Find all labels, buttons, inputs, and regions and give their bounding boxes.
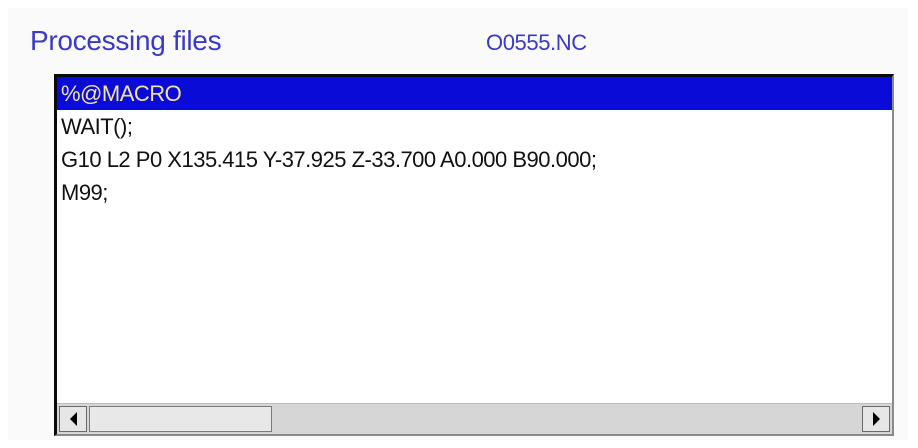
program-line[interactable]: %@MACRO [57,77,892,110]
program-editor[interactable]: %@MACRO WAIT(); G10 L2 P0 X135.415 Y-37.… [54,74,894,436]
scroll-right-button[interactable] [862,406,890,432]
scroll-left-arrow-icon [69,412,77,426]
panel-title: Processing files [30,25,222,56]
current-filename: O0555.NC [486,30,587,55]
horizontal-scrollbar[interactable] [57,403,892,434]
program-line[interactable]: WAIT(); [57,110,892,143]
program-lines: %@MACRO WAIT(); G10 L2 P0 X135.415 Y-37.… [57,77,892,209]
processing-panel: Processing files O0555.NC %@MACRO WAIT()… [8,8,908,440]
program-line[interactable]: M99; [57,176,892,209]
scroll-right-arrow-icon [872,412,880,426]
program-line[interactable]: G10 L2 P0 X135.415 Y-37.925 Z-33.700 A0.… [57,143,892,176]
scroll-left-button[interactable] [59,406,87,432]
scrollbar-thumb[interactable] [89,406,272,432]
